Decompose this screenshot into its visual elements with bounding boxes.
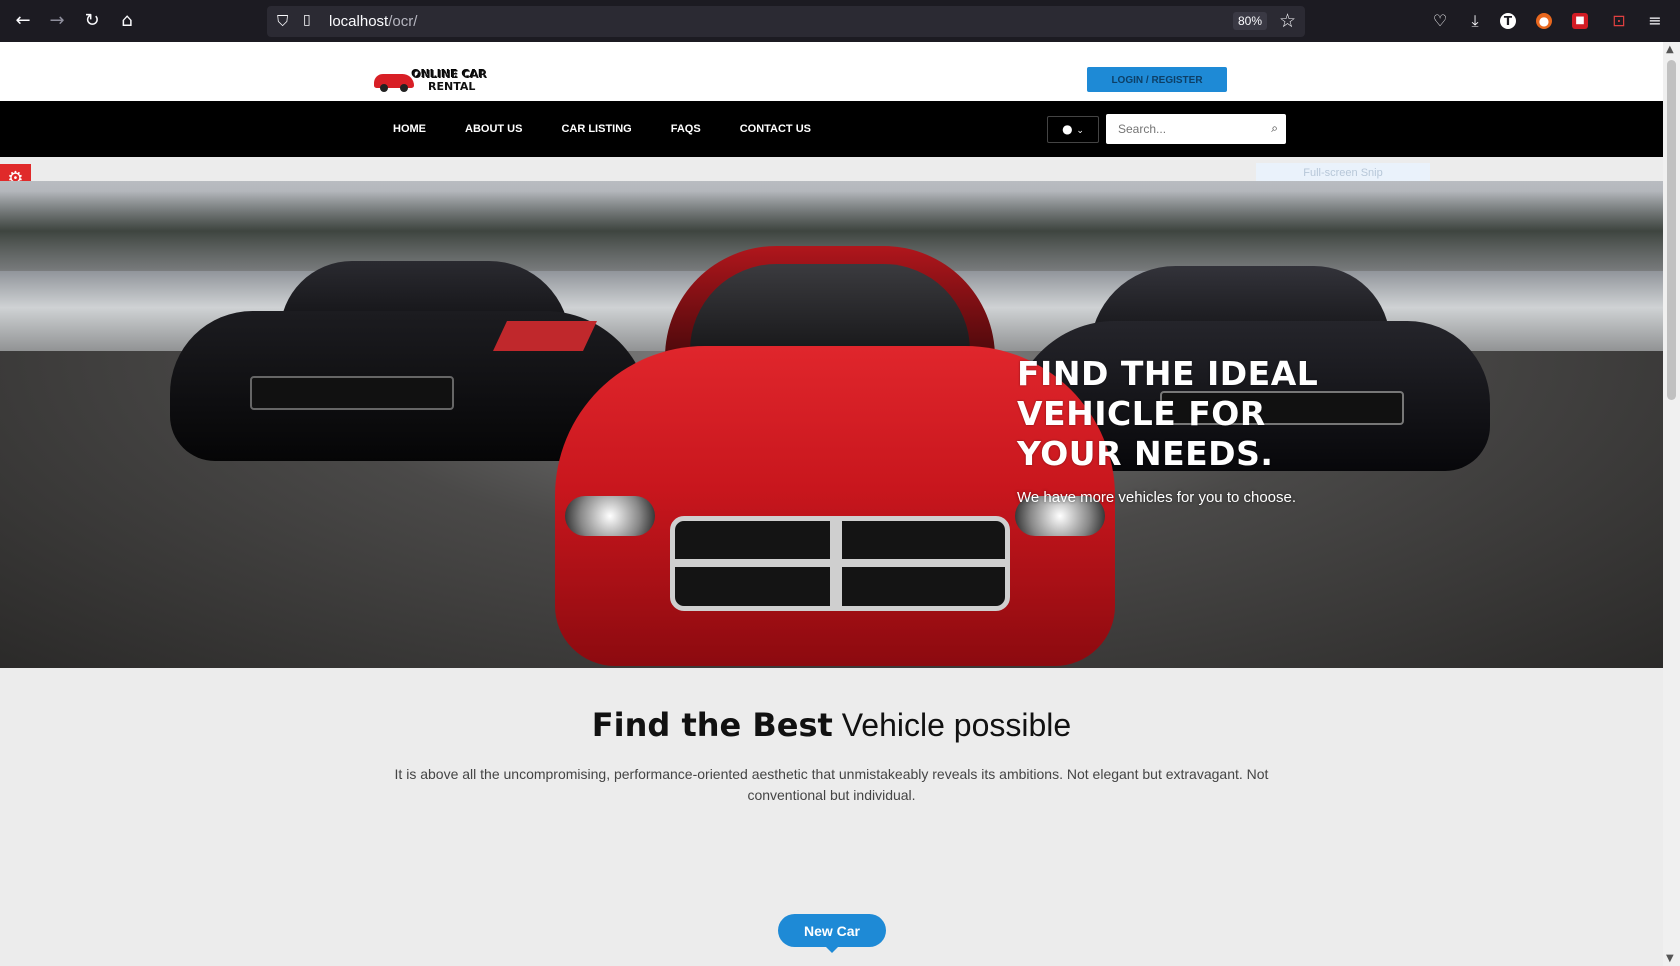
- reload-icon[interactable]: ↻: [82, 11, 102, 31]
- main-nav: HOME ABOUT US CAR LISTING FAQS CONTACT U…: [0, 101, 1663, 157]
- address-bar[interactable]: ⛉ ▯ localhost/ocr/ 80% ☆: [267, 6, 1305, 37]
- extension-t-icon[interactable]: T: [1500, 13, 1516, 29]
- logo-car-icon: [374, 74, 414, 92]
- extension-lock-icon[interactable]: ■: [1572, 13, 1588, 29]
- heading-bold: Find the Best: [591, 706, 833, 744]
- new-car-button[interactable]: New Car: [778, 914, 886, 953]
- hero-title: FIND THE IDEAL VEHICLE FOR YOUR NEEDS.: [1017, 354, 1319, 473]
- home-icon[interactable]: ⌂: [117, 11, 137, 31]
- hero-text: FIND THE IDEAL VEHICLE FOR YOUR NEEDS. W…: [1017, 354, 1337, 510]
- nav-item-home[interactable]: HOME: [393, 101, 426, 157]
- nav-item-contact-us[interactable]: CONTACT US: [740, 101, 811, 157]
- scroll-up-icon[interactable]: ▲: [1666, 44, 1674, 55]
- chevron-down-icon: ⌄: [1076, 126, 1084, 136]
- account-dropdown-button[interactable]: ● ⌄: [1047, 116, 1099, 143]
- page-icon: ▯: [303, 12, 311, 28]
- zoom-level[interactable]: 80%: [1233, 12, 1268, 30]
- nav-menu: HOME ABOUT US CAR LISTING FAQS CONTACT U…: [393, 101, 850, 157]
- url-text[interactable]: localhost/ocr/: [329, 13, 417, 30]
- login-register-button[interactable]: LOGIN / REGISTER: [1087, 67, 1227, 92]
- intro-section: Find the Best Vehicle possible It is abo…: [0, 706, 1663, 806]
- url-path: /ocr/: [388, 13, 418, 30]
- page-viewport: ONLINE CAR RENTAL LOGIN / REGISTER HOME …: [0, 42, 1663, 966]
- star-icon[interactable]: ☆: [1279, 10, 1296, 32]
- extension-fox-icon[interactable]: ●: [1536, 13, 1552, 29]
- browser-toolbar: ← → ↻ ⌂ ⛉ ▯ localhost/ocr/ 80% ☆ ♡ ⤓ T ●…: [0, 0, 1680, 42]
- site-logo[interactable]: ONLINE CAR RENTAL: [374, 68, 496, 94]
- scrollbar-thumb[interactable]: [1667, 60, 1676, 400]
- download-icon[interactable]: ⤓: [1464, 10, 1486, 32]
- back-icon[interactable]: ←: [13, 11, 33, 31]
- forward-icon[interactable]: →: [47, 11, 67, 31]
- nav-item-faqs[interactable]: FAQS: [671, 101, 701, 157]
- scroll-down-icon[interactable]: ▼: [1666, 953, 1674, 964]
- site-header: ONLINE CAR RENTAL LOGIN / REGISTER: [0, 42, 1663, 101]
- user-circle-icon: ●: [1062, 122, 1073, 136]
- search-icon[interactable]: ⌕: [1271, 121, 1278, 136]
- search-input[interactable]: [1106, 114, 1256, 144]
- pocket-icon[interactable]: ♡: [1429, 10, 1451, 32]
- nav-item-car-listing[interactable]: CAR LISTING: [561, 101, 631, 157]
- nav-item-about-us[interactable]: ABOUT US: [465, 101, 522, 157]
- logo-text-line2: RENTAL: [428, 80, 476, 93]
- snip-tooltip: Full-screen Snip: [1256, 163, 1430, 183]
- shield-icon[interactable]: ⛉: [277, 12, 288, 30]
- screenshot-icon[interactable]: ⊡: [1608, 10, 1630, 32]
- page-scrollbar[interactable]: ▲ ▼: [1663, 42, 1680, 966]
- heading-rest: Vehicle possible: [841, 707, 1072, 743]
- search-box: ⌕: [1106, 114, 1286, 144]
- hero-banner: FIND THE IDEAL VEHICLE FOR YOUR NEEDS. W…: [0, 181, 1663, 668]
- menu-icon[interactable]: ≡: [1644, 10, 1666, 32]
- hero-subtitle: We have more vehicles for you to choose.: [1017, 489, 1297, 506]
- section-description: It is above all the uncompromising, perf…: [394, 766, 1269, 803]
- url-host: localhost: [329, 13, 389, 30]
- section-heading: Find the Best Vehicle possible: [0, 706, 1663, 744]
